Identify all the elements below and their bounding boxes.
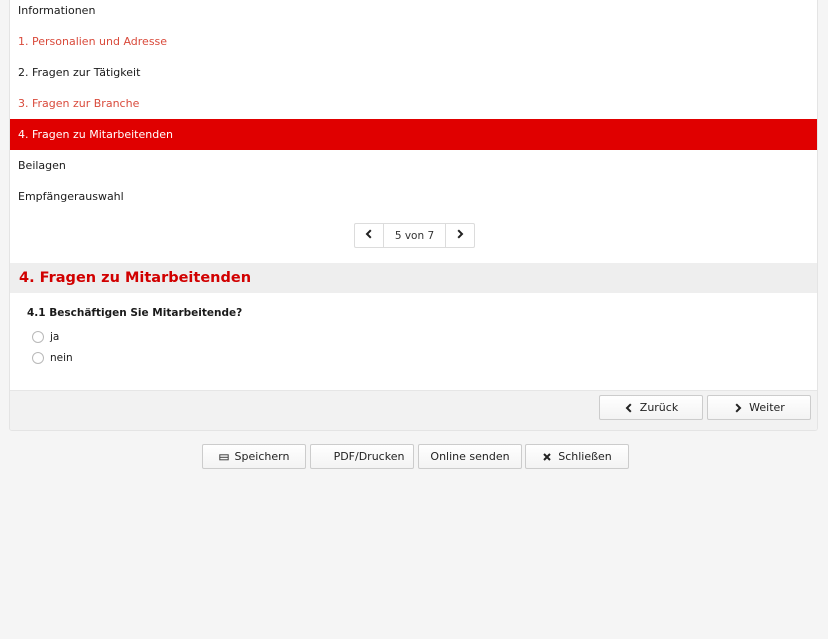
radio-option-ja[interactable]: ja [32,331,59,343]
save-button[interactable]: Speichern [202,444,306,469]
back-button[interactable]: Zurück [599,395,703,420]
step-footer: Zurück Weiter [10,390,817,430]
next-button-label: Weiter [749,401,785,414]
nav-item-beilagen[interactable]: Beilagen [10,150,817,181]
section-title: 4. Fragen zu Mitarbeitenden [10,263,817,293]
pdf-print-button[interactable]: PDF/Drucken [310,444,414,469]
chevron-left-icon [364,229,374,242]
chevron-right-icon [455,229,465,242]
next-button[interactable]: Weiter [707,395,811,420]
chevron-right-icon [733,402,743,413]
nav-item-informationen[interactable]: Informationen [10,0,817,26]
nav-item-branche[interactable]: 3. Fragen zur Branche [10,88,817,119]
close-button[interactable]: Schließen [525,444,629,469]
pager-next-button[interactable] [446,224,474,247]
close-button-label: Schließen [558,450,612,463]
save-icon [218,452,229,462]
close-icon [542,452,552,462]
chevron-left-icon [624,402,634,413]
nav-item-mitarbeitende[interactable]: 4. Fragen zu Mitarbeitenden [10,119,817,150]
radio-button[interactable] [32,352,44,364]
radio-label: ja [50,331,60,343]
nav-item-empfaengerauswahl[interactable]: Empfängerauswahl [10,181,817,212]
radio-option-nein[interactable]: nein [32,352,73,364]
nav-item-personalien[interactable]: 1. Personalien und Adresse [10,26,817,57]
pager-prev-button[interactable] [355,224,383,247]
back-button-label: Zurück [639,401,679,414]
pager-label: 5 von 7 [383,224,446,247]
send-online-button[interactable]: Online senden [418,444,522,469]
pager: 5 von 7 [354,223,475,248]
step-navigation: Informationen 1. Personalien und Adresse… [10,0,817,212]
radio-button[interactable] [32,331,44,343]
nav-item-taetigkeit[interactable]: 2. Fragen zur Tätigkeit [10,57,817,88]
radio-label: nein [50,352,73,364]
question-label: 4.1 Beschäftigen Sie Mitarbeitende? [27,307,243,319]
send-online-button-label: Online senden [430,450,510,463]
pdf-print-button-label: PDF/Drucken [333,450,405,463]
form-panel: Informationen 1. Personalien und Adresse… [9,0,818,431]
save-button-label: Speichern [234,450,290,463]
